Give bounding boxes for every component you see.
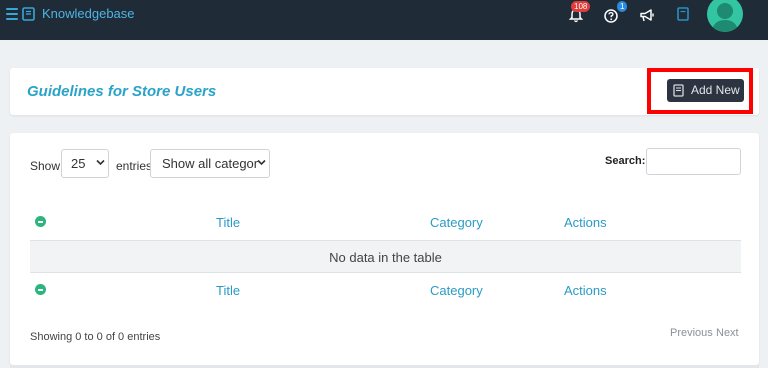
- column-footer-title[interactable]: Title: [216, 283, 240, 298]
- page-size-value: 25: [71, 156, 86, 171]
- user-avatar-icon: [712, 3, 738, 32]
- page-size-select[interactable]: 25: [61, 149, 109, 178]
- chevron-down-icon: [96, 159, 105, 166]
- page-title: Guidelines for Store Users: [27, 83, 217, 100]
- chevron-down-icon: [257, 159, 266, 166]
- help-badge: 1: [617, 1, 628, 12]
- empty-message: No data in the table: [329, 250, 442, 265]
- table-header-row: Title Category Actions: [30, 207, 741, 237]
- collapse-toggle-icon[interactable]: [35, 284, 46, 295]
- column-header-actions[interactable]: Actions: [564, 215, 607, 230]
- collapse-toggle-icon[interactable]: [35, 216, 46, 227]
- notebook-icon: [673, 84, 684, 97]
- notifications-badge: 108: [571, 1, 591, 12]
- book-icon: [22, 7, 35, 21]
- category-filter-value: Show all categor: [162, 156, 259, 171]
- table-info: Showing 0 to 0 of 0 entries: [30, 331, 161, 343]
- empty-table-row: No data in the table: [30, 240, 741, 273]
- help-icon[interactable]: [604, 9, 618, 23]
- search-input[interactable]: [646, 148, 741, 175]
- entries-label: entries: [116, 159, 153, 173]
- brand-title[interactable]: Knowledgebase: [42, 6, 135, 21]
- add-new-button[interactable]: Add New: [667, 79, 744, 102]
- megaphone-icon[interactable]: [639, 8, 655, 23]
- table-footer-row: Title Category Actions: [30, 275, 741, 305]
- search-label: Search:: [605, 155, 646, 167]
- next-page-link[interactable]: Next: [716, 327, 739, 339]
- show-label: Show: [30, 159, 61, 173]
- avatar[interactable]: [707, 0, 743, 32]
- add-new-label: Add New: [691, 83, 740, 97]
- column-footer-actions[interactable]: Actions: [564, 283, 607, 298]
- top-navbar: Knowledgebase 108 1: [0, 0, 768, 40]
- column-footer-category[interactable]: Category: [430, 283, 483, 298]
- previous-page-link[interactable]: Previous: [670, 327, 713, 339]
- menu-icon[interactable]: [6, 8, 18, 20]
- column-header-category[interactable]: Category: [430, 215, 483, 230]
- column-header-title[interactable]: Title: [216, 215, 240, 230]
- category-filter-select[interactable]: Show all categor: [150, 149, 270, 178]
- notebook-icon[interactable]: [677, 7, 689, 21]
